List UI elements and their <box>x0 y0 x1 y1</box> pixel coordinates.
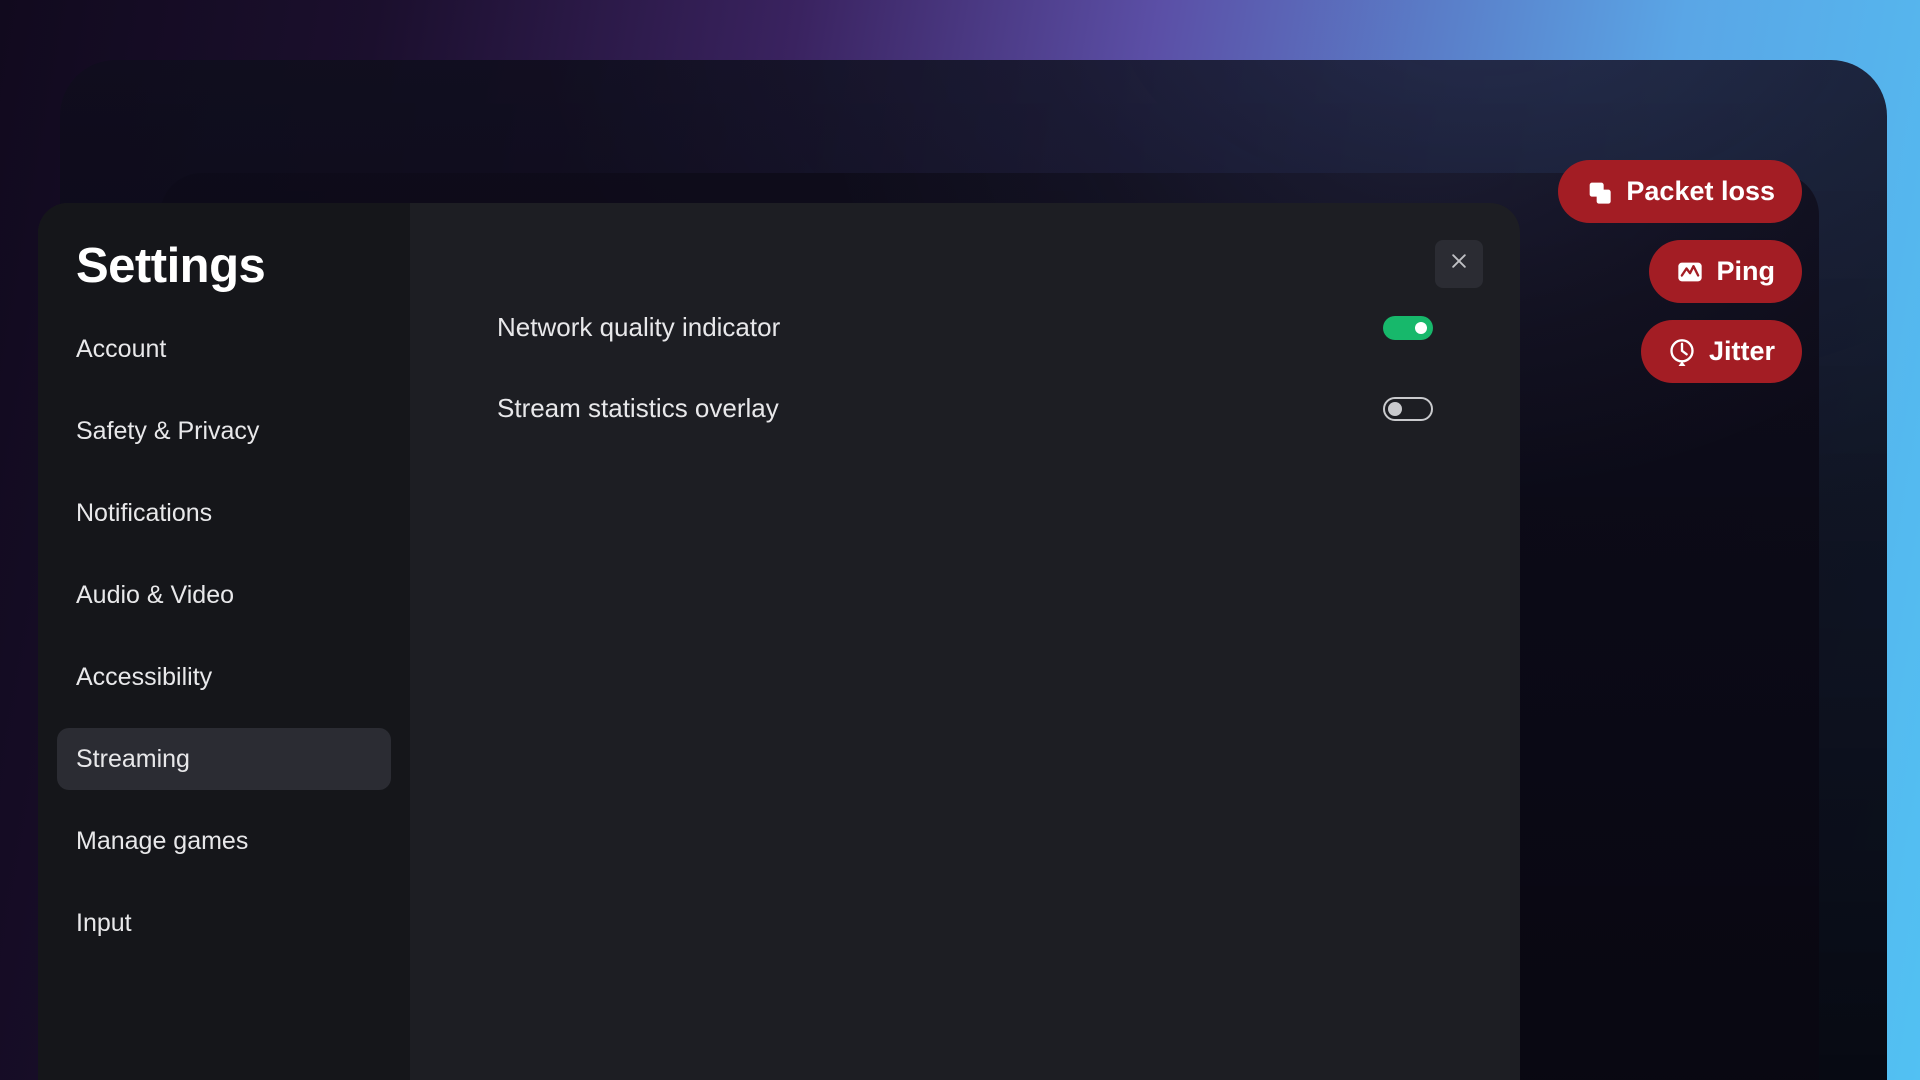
setting-label: Stream statistics overlay <box>497 393 779 424</box>
setting-stats-overlay: Stream statistics overlay <box>497 368 1433 449</box>
status-pill-label: Ping <box>1717 256 1776 287</box>
nav-item-label: Audio & Video <box>76 581 234 610</box>
nav-item-label: Streaming <box>76 745 190 774</box>
nav-item-label: Manage games <box>76 827 248 856</box>
settings-modal: Settings Account Safety & Privacy Notifi… <box>38 203 1520 1080</box>
nav-item-streaming[interactable]: Streaming <box>57 728 391 790</box>
nav-item-label: Account <box>76 335 166 364</box>
nav-item-audio-video[interactable]: Audio & Video <box>57 564 391 626</box>
toggle-network-quality[interactable] <box>1383 316 1433 340</box>
close-icon <box>1449 250 1469 278</box>
nav-item-account[interactable]: Account <box>57 318 391 380</box>
nav-item-safety-privacy[interactable]: Safety & Privacy <box>57 400 391 462</box>
setting-network-quality: Network quality indicator <box>497 287 1433 368</box>
status-pill-packet-loss: Packet loss <box>1558 160 1802 223</box>
nav-item-label: Input <box>76 909 132 938</box>
settings-content: Network quality indicator Stream statist… <box>410 203 1520 1080</box>
nav-item-accessibility[interactable]: Accessibility <box>57 646 391 708</box>
nav-item-label: Safety & Privacy <box>76 417 259 446</box>
nav-item-manage-games[interactable]: Manage games <box>57 810 391 872</box>
nav-item-label: Notifications <box>76 499 212 528</box>
status-pill-label: Jitter <box>1709 336 1775 367</box>
status-pill-jitter: Jitter <box>1641 320 1802 383</box>
packet-loss-icon <box>1585 178 1613 206</box>
nav-item-input[interactable]: Input <box>57 892 391 954</box>
setting-label: Network quality indicator <box>497 312 780 343</box>
ping-icon <box>1676 258 1704 286</box>
close-button[interactable] <box>1435 240 1483 288</box>
network-status-pills: Packet loss Ping Jitter <box>1558 160 1802 383</box>
nav-item-notifications[interactable]: Notifications <box>57 482 391 544</box>
toggle-stats-overlay[interactable] <box>1383 397 1433 421</box>
settings-sidebar: Settings Account Safety & Privacy Notifi… <box>38 203 410 1080</box>
nav-item-label: Accessibility <box>76 663 212 692</box>
settings-nav: Account Safety & Privacy Notifications A… <box>57 318 391 954</box>
jitter-icon <box>1668 338 1696 366</box>
status-pill-label: Packet loss <box>1626 176 1775 207</box>
status-pill-ping: Ping <box>1649 240 1803 303</box>
settings-title: Settings <box>76 238 391 294</box>
